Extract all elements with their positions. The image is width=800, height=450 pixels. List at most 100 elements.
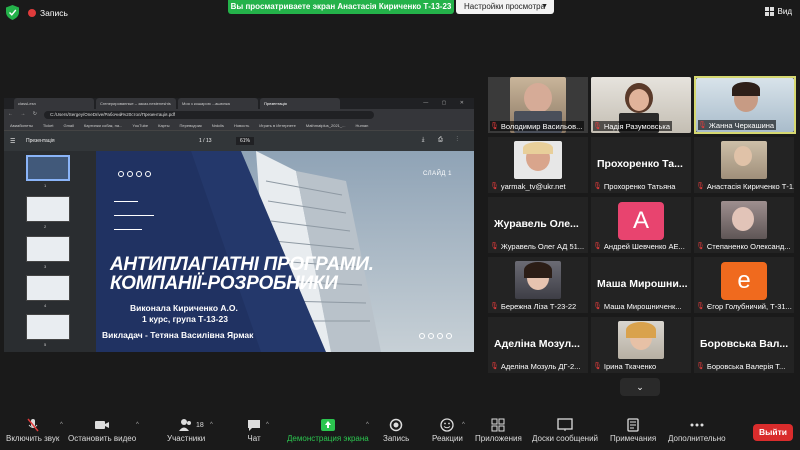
participant-big-name: Маша Мирошни...	[597, 278, 688, 290]
security-shield-icon[interactable]	[6, 5, 19, 20]
mic-muted-icon: 🎙	[696, 363, 705, 370]
participant-tile[interactable]: A 🎙 Андрей Шевченко АЕ...	[591, 197, 691, 253]
record-button[interactable]: Запись	[383, 418, 409, 443]
browser-tab[interactable]: Моя з кошарою ...ашюнка	[178, 98, 258, 109]
pdf-actions-icons[interactable]: ⤓ ⎙ ⋮	[422, 137, 464, 144]
view-layout-button[interactable]: Вид	[764, 7, 792, 16]
bookmark[interactable]: Human	[355, 121, 368, 130]
mic-muted-icon: 🎙	[696, 243, 705, 250]
url-field[interactable]: C:/Users/Sergey/OneDrive/Рабочий%20стол/…	[44, 111, 374, 119]
chevron-up-icon[interactable]: ^	[462, 422, 465, 428]
pdf-thumbnail[interactable]	[26, 275, 70, 301]
bookmark[interactable]: Карты	[158, 121, 169, 130]
participant-tile[interactable]: 🎙 Анастасія Кириченко Т-1...	[694, 137, 794, 193]
apps-label: Приложения	[475, 434, 522, 443]
participant-avatar: e	[721, 262, 767, 300]
slide-title-line-2: КОМПАНІЇ-РОЗРОБНИКИ	[110, 273, 338, 294]
participant-face	[524, 83, 552, 113]
more-dots-icon	[690, 423, 704, 427]
stop-video-button[interactable]: Остановить видео	[68, 418, 136, 443]
pdf-page-indicator[interactable]: 1 / 13	[199, 138, 212, 144]
bookmark[interactable]: Играть в Интернете	[259, 121, 296, 130]
participant-name-label: 🎙 Степаненко Олександ...	[696, 241, 791, 251]
unmute-button[interactable]: Включить звук	[6, 418, 59, 443]
whiteboard-icon	[557, 418, 573, 431]
participant-tile[interactable]: 🎙 Надія Разумовська	[591, 77, 691, 133]
meeting-toolbar: Включить звук ^ Остановить видео ^ Участ…	[0, 408, 800, 450]
participant-tile[interactable]: 🎙 yarmak_tv@ukr.net	[488, 137, 588, 193]
mic-muted-icon: 🎙	[593, 303, 602, 310]
participant-tile[interactable]: Прохоренко Та... 🎙 Прохоренко Татьяна	[591, 137, 691, 193]
mic-muted-icon: 🎙	[490, 183, 499, 190]
participant-name: Андрей Шевченко АЕ...	[603, 241, 685, 251]
pdf-thumbnail[interactable]	[26, 196, 70, 222]
menu-icon[interactable]: ☰	[10, 138, 15, 145]
bookmark[interactable]: YouTube	[132, 121, 148, 130]
mic-muted-icon: 🎙	[593, 363, 602, 370]
participant-name-label: 🎙 Андрей Шевченко АЕ...	[593, 241, 685, 251]
chevron-up-icon[interactable]: ^	[136, 422, 139, 428]
record-dot-icon	[28, 8, 36, 17]
participant-name: Жанна Черкашина	[708, 120, 775, 130]
participant-face	[734, 146, 752, 166]
participant-tile[interactable]: 🎙 Бережна Ліза Т-23-22	[488, 257, 588, 313]
pdf-title: Презентація	[26, 138, 55, 144]
browser-tab[interactable]: Сгенерированные – заказ.nesteneshts	[96, 98, 176, 109]
recording-indicator[interactable]: Запись	[28, 5, 68, 20]
bookmark[interactable]: Переводчик	[180, 121, 202, 130]
thumbnail-number: 1	[44, 183, 47, 188]
pdf-thumbnail[interactable]	[26, 314, 70, 340]
participant-tile[interactable]: Маша Мирошни... 🎙 Маша Мирошниченк...	[591, 257, 691, 313]
pdf-thumbnail[interactable]	[26, 155, 70, 181]
chevron-up-icon[interactable]: ^	[210, 422, 213, 428]
next-page-button[interactable]: ⌄	[620, 378, 660, 396]
browser-tab[interactable]: classLesn	[14, 98, 94, 109]
chat-button[interactable]: Чат	[246, 418, 262, 443]
chevron-up-icon[interactable]: ^	[266, 422, 269, 428]
participant-name-label: 🎙 Маша Мирошниченк...	[593, 301, 682, 311]
window-controls[interactable]: — ▢ ✕	[423, 100, 470, 106]
bookmark[interactable]: Mathmatplus_2021_...	[306, 121, 346, 130]
reactions-button[interactable]: Реакции	[432, 418, 463, 443]
participant-tile-active[interactable]: 🎙 Жанна Черкашина	[694, 76, 796, 134]
notes-icon	[627, 418, 639, 432]
participant-tile[interactable]: e 🎙 Єгор Голубничий, Т-31...	[694, 257, 794, 313]
bookmark[interactable]: Новость	[234, 121, 249, 130]
more-button[interactable]: Дополнительно	[668, 418, 726, 443]
stop-video-label: Остановить видео	[68, 434, 137, 443]
shared-screen[interactable]: classLesn Сгенерированные – заказ.nesten…	[4, 98, 474, 352]
participant-name-label: 🎙 Єгор Голубничий, Т-31...	[696, 301, 792, 311]
view-options-button[interactable]: Настройки просмотра ▼	[456, 0, 554, 14]
participant-name: Ірина Ткаченко	[603, 361, 657, 371]
record-label: Запись	[383, 434, 410, 443]
mic-muted-icon: 🎙	[593, 243, 602, 250]
apps-icon	[491, 418, 505, 432]
browser-tab-active[interactable]: Презентація	[260, 98, 340, 109]
participant-tile[interactable]: 🎙 Володимир Васильов...	[488, 77, 588, 133]
pdf-thumbnail[interactable]	[26, 236, 70, 262]
bookmark[interactable]: Gmail	[63, 121, 73, 130]
whiteboards-button[interactable]: Доски сообщений	[532, 418, 598, 443]
bookmark[interactable]: Ticket	[43, 121, 54, 130]
participant-face	[629, 89, 649, 111]
browser-nav-icons[interactable]: ← → ↻	[8, 111, 40, 117]
bookmark[interactable]: Nrdclis	[212, 121, 224, 130]
participant-name: Надія Разумовська	[603, 121, 671, 131]
participant-tile[interactable]: Аделіна Мозул... 🎙 Аделіна Мозуль ДГ-2...	[488, 317, 588, 373]
participant-tile[interactable]: Журавель Оле... 🎙 Журавель Олег АД 51...	[488, 197, 588, 253]
participant-tile[interactable]: 🎙 Ірина Ткаченко	[591, 317, 691, 373]
reactions-label: Реакции	[432, 434, 463, 443]
leave-button[interactable]: Выйти	[753, 424, 793, 441]
participant-name-label: 🎙 Аделіна Мозуль ДГ-2...	[490, 361, 580, 371]
notes-button[interactable]: Примечания	[610, 418, 656, 443]
chevron-down-icon: ⌄	[636, 382, 644, 392]
apps-button[interactable]: Приложения	[475, 418, 522, 443]
participant-tile[interactable]: 🎙 Степаненко Олександ...	[694, 197, 794, 253]
chevron-up-icon[interactable]: ^	[60, 422, 63, 428]
chevron-up-icon[interactable]: ^	[366, 422, 369, 428]
bookmark[interactable]: Авиабилеты	[10, 121, 33, 130]
participant-tile[interactable]: Боровська Вал... 🎙 Боровська Валерія Т...	[694, 317, 794, 373]
pdf-zoom-level[interactable]: 61%	[236, 137, 255, 145]
bookmark[interactable]: Картинки собак, на...	[84, 121, 123, 130]
share-screen-button[interactable]: Демонстрация экрана	[287, 418, 369, 443]
